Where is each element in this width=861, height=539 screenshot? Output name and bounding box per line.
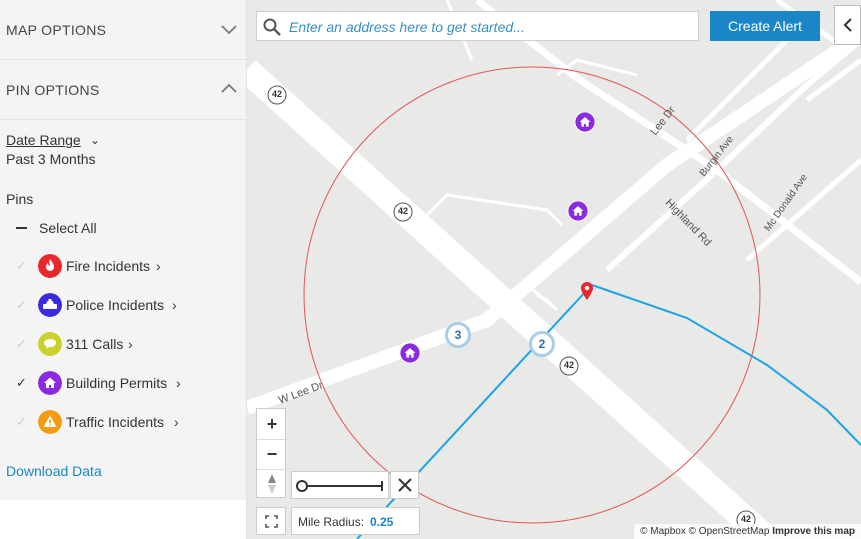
radius-slider-track bbox=[296, 480, 383, 492]
minus-icon bbox=[16, 227, 27, 230]
fullscreen-button[interactable] bbox=[256, 507, 286, 535]
select-all-label: Select All bbox=[39, 220, 97, 236]
chevron-right-icon[interactable]: › bbox=[172, 297, 177, 313]
map-options-title: MAP OPTIONS bbox=[6, 22, 107, 38]
chevron-up-icon bbox=[221, 83, 237, 93]
route-shield-label: 42 bbox=[563, 360, 574, 370]
mapbox-attribution[interactable]: © Mapbox bbox=[640, 526, 686, 537]
chevron-right-icon[interactable]: › bbox=[156, 258, 161, 274]
expand-icon bbox=[265, 515, 278, 528]
caret-down-icon[interactable]: ⌄ bbox=[90, 133, 100, 147]
chevron-right-icon[interactable]: › bbox=[128, 336, 133, 352]
fire-icon bbox=[38, 254, 62, 278]
search-icon bbox=[263, 18, 281, 36]
check-icon[interactable]: ✓ bbox=[16, 258, 27, 274]
slider-handle bbox=[296, 480, 308, 492]
close-icon bbox=[398, 478, 412, 492]
mile-radius-readout: Mile Radius: 0.25 bbox=[291, 507, 420, 535]
chevron-right-icon[interactable]: › bbox=[174, 414, 179, 430]
speech-bubble-icon bbox=[38, 332, 62, 356]
check-icon[interactable]: ✓ bbox=[16, 414, 27, 430]
chevron-down-icon bbox=[221, 25, 237, 35]
zoom-in-button[interactable]: + bbox=[257, 409, 287, 440]
pin-filter-label: 311 Calls bbox=[66, 336, 124, 352]
map-canvas[interactable]: 42 42 42 42 Lee Dr Burgin Ave Highland R… bbox=[247, 0, 861, 539]
cluster-marker[interactable]: 2 bbox=[529, 331, 555, 357]
address-search-input[interactable] bbox=[287, 15, 691, 39]
zoom-out-button[interactable]: − bbox=[257, 439, 287, 470]
pin-filter-label: Building Permits bbox=[66, 375, 168, 391]
building-permit-pin-icon[interactable] bbox=[567, 200, 589, 222]
collapse-panel-button[interactable] bbox=[834, 5, 861, 45]
radius-slider[interactable] bbox=[291, 471, 389, 499]
pin-filter-label: Fire Incidents bbox=[66, 258, 151, 274]
check-icon[interactable]: ✓ bbox=[16, 375, 27, 391]
location-marker-icon[interactable] bbox=[581, 282, 593, 300]
address-search-bar bbox=[256, 11, 699, 41]
route-shield-label: 42 bbox=[397, 206, 408, 216]
building-permit-pin-icon[interactable] bbox=[574, 111, 596, 133]
pin-options-title: PIN OPTIONS bbox=[6, 82, 100, 98]
mile-radius-value: 0.25 bbox=[370, 515, 394, 529]
date-range-dropdown[interactable]: Date Range bbox=[6, 132, 81, 148]
check-icon[interactable]: ✓ bbox=[16, 336, 27, 352]
improve-map-link[interactable]: Improve this map bbox=[772, 526, 855, 537]
select-all-toggle[interactable]: Select All bbox=[16, 220, 97, 236]
pin-filter-label: Traffic Incidents bbox=[66, 414, 165, 430]
cluster-marker[interactable]: 3 bbox=[445, 322, 471, 348]
sidebar: MAP OPTIONS PIN OPTIONS Date Range ⌄ Pas… bbox=[0, 0, 247, 539]
pin-filter-label: Police Incidents bbox=[66, 297, 165, 313]
chevron-left-icon bbox=[843, 18, 852, 32]
zoom-controls: + − bbox=[256, 408, 287, 499]
house-icon bbox=[38, 371, 62, 395]
create-alert-button[interactable]: Create Alert bbox=[710, 11, 820, 41]
warning-icon bbox=[38, 410, 62, 434]
building-permit-pin-icon[interactable] bbox=[399, 342, 421, 364]
mile-radius-label: Mile Radius: bbox=[298, 515, 365, 529]
check-icon[interactable]: ✓ bbox=[16, 297, 27, 313]
compass-button[interactable] bbox=[257, 469, 287, 499]
route-shield-label: 42 bbox=[740, 514, 751, 524]
map-options-header[interactable]: MAP OPTIONS bbox=[0, 0, 246, 60]
clear-radius-button[interactable] bbox=[390, 471, 419, 499]
osm-attribution[interactable]: © OpenStreetMap bbox=[689, 526, 770, 537]
map-attribution: © Mapbox © OpenStreetMap Improve this ma… bbox=[634, 524, 861, 539]
pins-heading: Pins bbox=[6, 191, 34, 207]
compass-icon bbox=[268, 474, 276, 494]
map-basemap bbox=[247, 0, 861, 539]
download-data-link[interactable]: Download Data bbox=[6, 463, 102, 479]
police-car-icon bbox=[38, 293, 62, 317]
chevron-right-icon[interactable]: › bbox=[176, 375, 181, 391]
pin-options-header[interactable]: PIN OPTIONS bbox=[0, 60, 246, 120]
route-shield-label: 42 bbox=[271, 89, 282, 99]
date-range-value: Past 3 Months bbox=[6, 151, 96, 167]
